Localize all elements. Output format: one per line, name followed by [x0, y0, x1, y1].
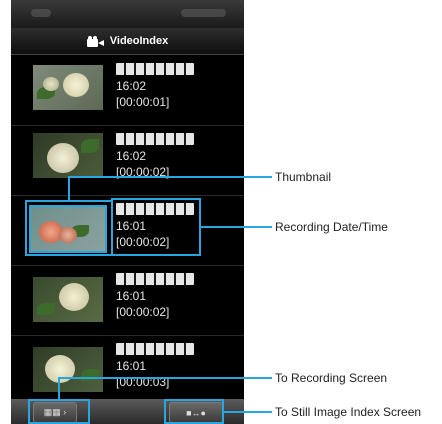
recording-duration: [00:00:02]	[116, 305, 170, 319]
recording-duration: [00:00:02]	[116, 235, 170, 249]
video-camera-icon	[86, 35, 104, 47]
recording-date-masked	[116, 273, 194, 285]
list-item[interactable]: 16:02 [00:00:01]	[11, 55, 244, 126]
to-still-index-leader	[224, 411, 272, 413]
recording-date-masked	[116, 203, 194, 215]
list-item[interactable]: 16:01 [00:00:02]	[11, 265, 244, 336]
callout-recording-datetime: Recording Date/Time	[275, 220, 388, 234]
list-item[interactable]: 16:02 [00:00:02]	[11, 125, 244, 196]
recording-duration: [00:00:01]	[116, 95, 170, 109]
list-item[interactable]: 16:01 [00:00:02]	[11, 195, 244, 266]
recording-time: 16:01	[116, 289, 147, 303]
datetime-leader	[201, 226, 272, 228]
list-item[interactable]: 16:01 [00:00:03]	[11, 335, 244, 405]
recording-time: 16:02	[116, 79, 147, 93]
callout-to-recording: To Recording Screen	[275, 371, 388, 385]
callout-to-still-index: To Still Image Index Screen	[275, 405, 422, 419]
recording-date-masked	[116, 133, 194, 145]
page-title: VideoIndex	[109, 35, 169, 47]
to-still-index-button[interactable]: ■↔●	[169, 402, 223, 423]
callout-thumbnail: Thumbnail	[275, 170, 332, 184]
phone-screen: VideoIndex 16:02 [00:00:01] 16:02 [00:00…	[11, 0, 244, 424]
thumbnail-leader	[68, 176, 272, 178]
thumbnail-leader	[68, 176, 70, 202]
thumbnail	[33, 347, 103, 392]
camera-switch-icon: ■↔●	[186, 407, 206, 418]
recording-date-masked	[116, 343, 194, 355]
thumbnail	[33, 277, 103, 322]
to-recording-leader	[58, 377, 60, 401]
thumbnail	[33, 65, 103, 110]
thumbnail	[29, 205, 107, 253]
title-bar: VideoIndex	[11, 28, 244, 55]
recording-time: 16:01	[116, 359, 147, 373]
grid-index-icon: ▦▦ ›	[43, 407, 67, 417]
to-recording-leader	[58, 377, 272, 379]
to-recording-button[interactable]: ▦▦ ›	[33, 402, 77, 423]
recording-date-masked	[116, 63, 194, 75]
recording-time: 16:01	[116, 219, 147, 233]
recording-time: 16:02	[116, 149, 147, 163]
status-bar	[11, 0, 244, 28]
thumbnail	[33, 133, 103, 178]
bottom-toolbar: ▦▦ › ■↔●	[11, 399, 244, 424]
